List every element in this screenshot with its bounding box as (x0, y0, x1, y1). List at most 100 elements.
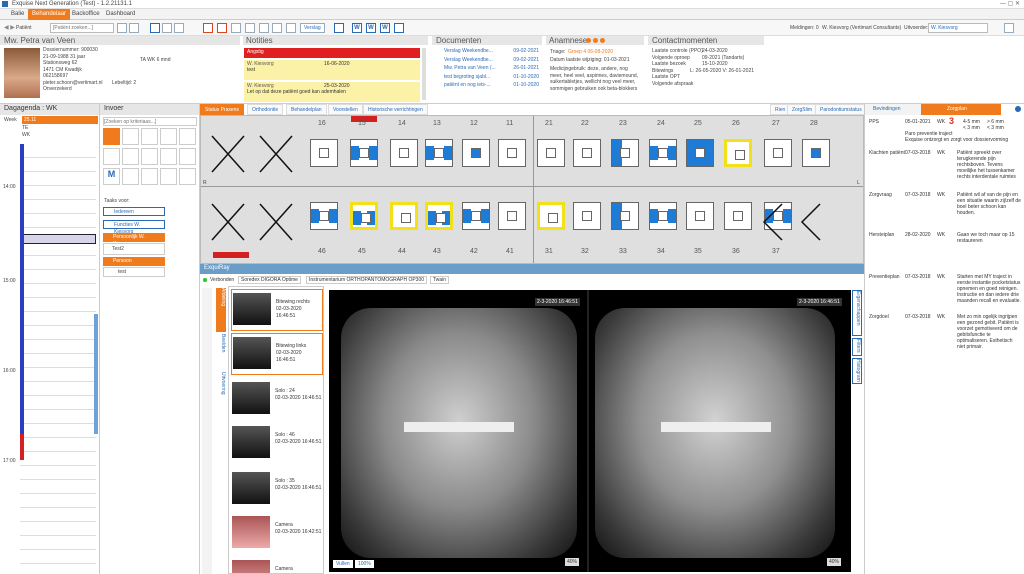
missing-tooth-icon[interactable] (258, 202, 294, 242)
note-item[interactable]: W. Kiesvorg 25-03-2020 Let op dat deze pat… (244, 82, 420, 102)
tooth-11[interactable] (498, 139, 526, 167)
tool-strip[interactable] (202, 288, 212, 574)
pen-icon[interactable] (179, 148, 196, 165)
uitvoerder-select[interactable]: W. Kiesvorg (928, 23, 988, 33)
dent-icon[interactable] (160, 168, 177, 185)
money-icon[interactable] (272, 23, 282, 33)
tooth-13[interactable] (425, 139, 453, 167)
zoom-100-button[interactable]: 100% (355, 560, 374, 568)
tooth-41[interactable] (498, 202, 526, 230)
side-tab-afdeling[interactable]: Afdeling (216, 288, 226, 332)
device-soredex[interactable]: Soredex DIGORA Optime (238, 276, 301, 284)
page-icon[interactable] (117, 23, 127, 33)
chart-icon[interactable] (259, 23, 269, 33)
thumbnail-item[interactable]: Solo : 24 02-03-2020 16:46:51 (231, 379, 323, 421)
calendar-icon[interactable] (203, 23, 213, 33)
tooth-36[interactable] (724, 202, 752, 230)
tooth-22[interactable] (573, 139, 601, 167)
filter-functies[interactable]: Functies W. Kiesvorg (103, 220, 165, 235)
tooth-12[interactable] (462, 139, 490, 167)
tooth-45[interactable] (350, 202, 378, 230)
xray-viewer[interactable]: 2-3-2020 16:46:51 40% 2-3-2020 16:46:51 … (329, 290, 851, 572)
instrument-icon[interactable] (160, 128, 177, 145)
tab-zorgslim[interactable]: ZorgSlim (787, 104, 818, 115)
patient-search-input[interactable] (50, 23, 114, 33)
meldingen-count[interactable]: Meldingen: 0 (790, 25, 819, 32)
tab-status-praxens[interactable]: Status Praxens (200, 104, 244, 115)
tab-behandelplan[interactable]: Behandelplan (286, 104, 327, 115)
missing-tooth-icon[interactable] (210, 134, 246, 174)
tooth-16[interactable] (310, 139, 338, 167)
tab-parodontiumstatus[interactable]: Parodontiumstatus (815, 104, 867, 115)
appointment-block[interactable] (20, 234, 96, 244)
syringe-icon[interactable] (141, 148, 158, 165)
agenda-scrollbar[interactable] (94, 314, 98, 434)
note-angstig[interactable]: Angstig (244, 48, 420, 58)
menu-item-behandelaar[interactable]: Behandelaar (28, 9, 71, 20)
copy-icon[interactable] (129, 23, 139, 33)
tooth-icon[interactable] (122, 128, 139, 145)
tooth-43[interactable] (425, 202, 453, 230)
tooth-24[interactable] (649, 139, 677, 167)
device-twain[interactable]: Twain (430, 276, 450, 284)
card-icon[interactable] (162, 23, 172, 33)
menu-item-balie[interactable]: Balie (11, 11, 24, 17)
task-item[interactable]: Test2 (103, 243, 165, 255)
tooth-14[interactable] (390, 139, 418, 167)
help-icon[interactable] (1004, 23, 1014, 33)
menu-item-backoffice[interactable]: Backoffice (72, 11, 100, 17)
bridge-icon[interactable] (141, 168, 158, 185)
device-op300[interactable]: Instrumentarium ORTHOPANTOMOGRAPH OP300 (306, 276, 428, 284)
tab-historische[interactable]: Historische verrichtingen (363, 104, 428, 115)
tab-voorstellen[interactable]: Voorstellen (328, 104, 363, 115)
document-item[interactable]: Mw. Petra van Veen (... 26-01-2021 (444, 65, 539, 72)
document-icon[interactable] (394, 23, 404, 33)
globe-icon[interactable] (286, 23, 296, 33)
tab-bevindingen[interactable]: Bevindingen (865, 104, 921, 115)
filter-iedereen[interactable]: Iedereen (103, 207, 165, 216)
crown-icon[interactable] (103, 148, 120, 165)
tab-orthodontie[interactable]: Orthodontie (247, 104, 284, 115)
tab-zorgplan[interactable]: Zorgplan (921, 104, 1001, 115)
document-item[interactable]: Verslag Weekendbe... 09-02-2021 (444, 57, 539, 64)
invoer-search[interactable] (103, 117, 197, 126)
side-tab-beelden[interactable]: Beelden (216, 334, 226, 370)
tooth-32[interactable] (573, 202, 601, 230)
pointer-icon[interactable] (103, 128, 120, 145)
thumbnail-item[interactable]: Solo : 35 02-03-2020 16:46:51 (231, 469, 323, 511)
word-template-icon[interactable]: W (380, 23, 390, 33)
filter-persoonlijk[interactable]: Persoonlijk W. Kiesvorg (103, 233, 165, 247)
tooth-27[interactable] (764, 139, 792, 167)
export-icon[interactable] (334, 23, 344, 33)
edit-icon[interactable] (245, 23, 255, 33)
vullen-button[interactable]: Vullen (333, 560, 353, 568)
back-icon[interactable]: ◀ ▶ (4, 24, 15, 31)
menu-item-dashboard[interactable]: Dashboard (106, 11, 135, 17)
tooth-44[interactable] (390, 202, 418, 230)
agenda-grid[interactable] (20, 144, 96, 572)
tooth-26[interactable] (724, 139, 752, 167)
tooth-23[interactable] (611, 139, 639, 167)
xray-image-right[interactable]: 2-3-2020 16:46:51 40% (591, 290, 851, 572)
tab-eigenschappen[interactable]: Eigenschappen (852, 290, 862, 336)
teeth-icon[interactable] (179, 168, 196, 185)
tooth-21[interactable] (537, 139, 565, 167)
thumbnail-item[interactable]: Bitewing rechts 02-03-2020 16:46:51 (231, 289, 323, 331)
document-item[interactable]: test begroting sjabl... 01-10-2020 (444, 74, 539, 81)
word-merge-icon[interactable]: W (366, 23, 376, 33)
m-icon[interactable]: M (103, 168, 120, 185)
implant-icon[interactable] (122, 168, 139, 185)
tooth-46[interactable] (310, 202, 338, 230)
task-item[interactable]: test (103, 267, 165, 277)
document-item[interactable]: patiënt en nog iets-... 01-10-2020 (444, 82, 539, 89)
brush-icon[interactable] (160, 148, 177, 165)
missing-tooth-icon[interactable] (210, 202, 246, 242)
probe-icon[interactable] (141, 128, 158, 145)
tooth-31[interactable] (537, 202, 565, 230)
week-value[interactable]: 25.11 (22, 116, 98, 124)
tooth-15[interactable] (350, 139, 378, 167)
thumbnail-item[interactable]: Bitewing links 02-03-2020 16:46:51 (231, 333, 323, 375)
xray-image-left[interactable]: 2-3-2020 16:46:51 40% (329, 290, 589, 572)
add-icon[interactable] (1015, 106, 1021, 112)
drill-icon[interactable] (179, 128, 196, 145)
